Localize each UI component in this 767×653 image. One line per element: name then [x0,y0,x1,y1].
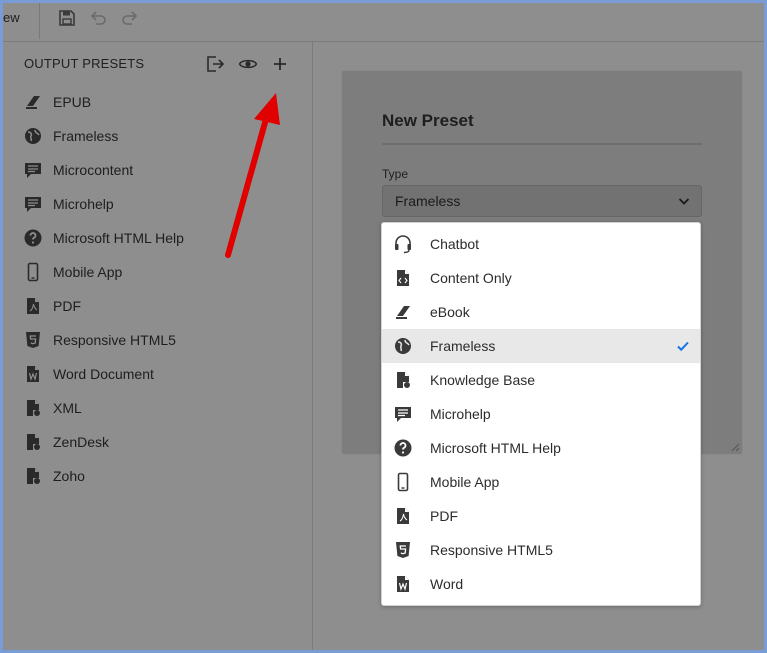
chevron-down-icon [678,198,690,205]
preset-item-label: Microsoft HTML Help [53,230,184,246]
option-label: Content Only [430,270,512,286]
resize-grip-icon[interactable] [730,442,740,452]
preset-item-label: EPUB [53,94,92,110]
help-circle-icon [24,229,42,247]
word-icon [397,576,409,592]
option-label: Knowledge Base [430,372,536,388]
preset-item-pdf[interactable]: PDF [23,293,293,319]
export-icon[interactable] [205,54,225,74]
microhelp-icon [395,407,411,422]
top-toolbar: ew [3,3,764,42]
preset-item-label: Word Document [53,366,154,382]
preset-item-label: Mobile App [53,264,123,280]
save-icon[interactable] [57,8,77,28]
word-icon [27,366,39,382]
dialog-title: New Preset [382,111,474,130]
title-divider [382,143,702,145]
type-label: Type [382,167,409,181]
option-label: eBook [430,304,470,320]
globe-icon [395,338,411,354]
preset-item-label: Microhelp [53,196,114,212]
preset-item-label: Zoho [53,468,85,484]
microcontent-icon [25,163,41,178]
mobile-icon [397,472,409,492]
zendesk-doc-icon [27,434,40,450]
option-label: Microhelp [430,406,491,422]
option-label: Frameless [430,338,496,354]
preset-item-word-document[interactable]: Word Document [23,361,293,387]
red-annotation-arrow [225,93,280,258]
mobile-icon [27,262,39,282]
type-select[interactable]: Frameless [382,185,702,217]
option-label: Mobile App [430,474,500,490]
type-select-value: Frameless [395,193,461,209]
html5-icon [396,542,410,558]
option-label: Responsive HTML5 [430,542,553,558]
option-label: Word [430,576,464,592]
option-label: Chatbot [430,236,480,252]
headset-icon [395,235,411,254]
toolbar-divider [39,3,40,39]
preset-item-xml[interactable]: XML [23,395,293,421]
preset-item-zoho[interactable]: Zoho [23,463,293,489]
option-label: Microsoft HTML Help [430,440,561,456]
preset-item-label: Frameless [53,128,119,144]
preset-item-zendesk[interactable]: ZenDesk [23,429,293,455]
view-menu-label[interactable]: ew [3,10,20,25]
preset-item-label: ZenDesk [53,434,110,450]
ebook-icon [26,96,40,109]
pdf-icon [397,508,409,524]
html5-icon [26,332,40,348]
option-mobile-app[interactable]: Mobile App [382,465,700,499]
redo-icon[interactable] [120,8,140,28]
xml-doc-icon [27,400,40,416]
checkmark-icon [677,341,689,352]
option-pdf[interactable]: PDF [382,499,700,533]
content-only-icon [397,270,409,286]
type-dropdown-list: Chatbot Content Only eBook Frameless Kno… [381,222,701,606]
preset-item-label: Responsive HTML5 [53,332,176,348]
ebook-icon [396,306,410,319]
option-frameless[interactable]: Frameless [382,329,700,363]
option-ebook[interactable]: eBook [382,295,700,329]
preview-eye-icon[interactable] [238,54,258,74]
app-window: ew OUTPUT PRESETS EPUB Frameless Microco… [3,3,764,650]
option-word[interactable]: Word [382,567,700,601]
zoho-doc-icon [27,468,40,484]
panel-title: OUTPUT PRESETS [24,56,145,71]
option-knowledge-base[interactable]: Knowledge Base [382,363,700,397]
preset-item-label: PDF [53,298,81,314]
pdf-icon [27,298,39,314]
option-chatbot[interactable]: Chatbot [382,227,700,261]
undo-icon[interactable] [88,8,108,28]
option-content-only[interactable]: Content Only [382,261,700,295]
knowledge-base-icon [397,372,410,388]
help-circle-icon [394,439,412,457]
preset-item-responsive-html5[interactable]: Responsive HTML5 [23,327,293,353]
microhelp-icon [25,197,41,212]
option-microsoft-html-help[interactable]: Microsoft HTML Help [382,431,700,465]
option-microhelp[interactable]: Microhelp [382,397,700,431]
option-responsive-html5[interactable]: Responsive HTML5 [382,533,700,567]
option-label: PDF [430,508,458,524]
plus-icon[interactable] [270,54,290,74]
preset-item-label: XML [53,400,82,416]
preset-item-label: Microcontent [53,162,134,178]
globe-icon [25,128,41,144]
